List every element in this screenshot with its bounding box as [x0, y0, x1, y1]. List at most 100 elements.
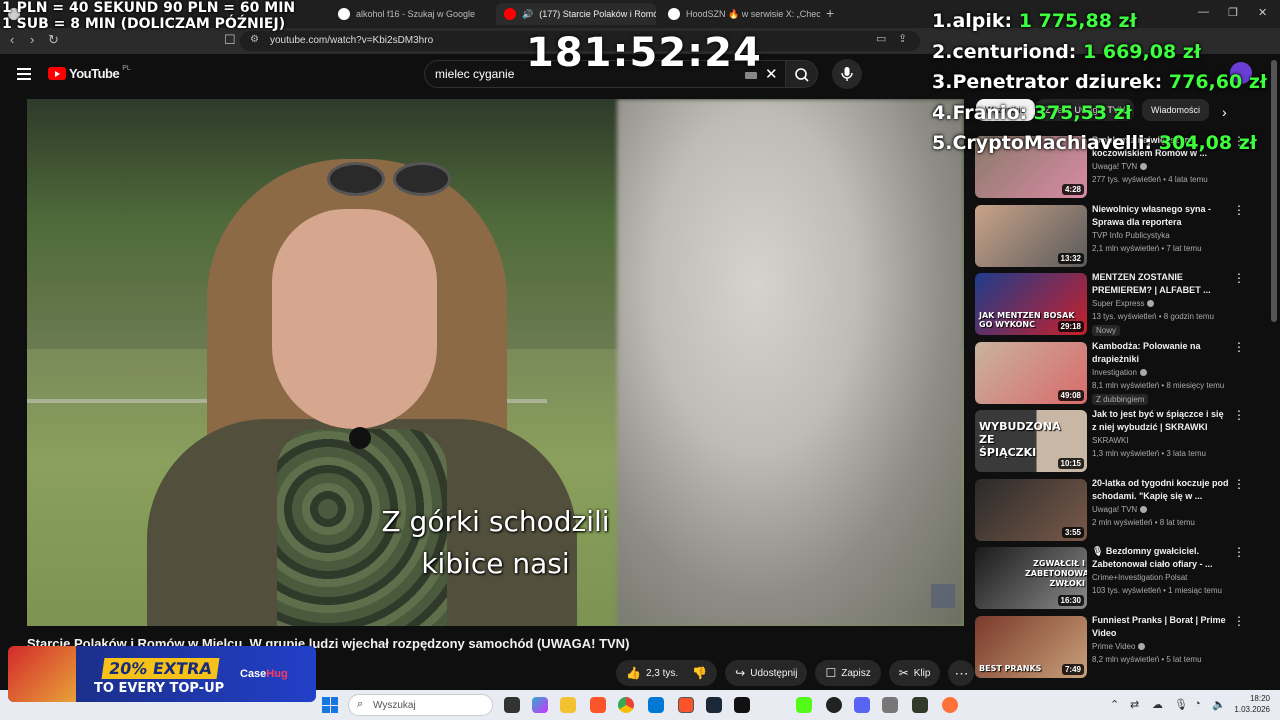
new-tab-icon[interactable]: + — [826, 5, 834, 21]
microphone-icon[interactable]: 🎙 — [1174, 698, 1188, 711]
share-page-icon[interactable]: ⇪ — [898, 32, 907, 45]
chrome-icon[interactable] — [618, 697, 634, 713]
kick-icon[interactable] — [796, 697, 812, 713]
recommendation-channel[interactable]: SKRAWKI — [1092, 436, 1129, 445]
discord-icon[interactable] — [854, 697, 870, 713]
browser-tab-x[interactable]: HoodSZN 🔥 w serwisie X: „Checkin — [660, 3, 820, 25]
voice-search-button[interactable] — [832, 59, 862, 89]
clear-search-icon[interactable]: ✕ — [765, 65, 778, 83]
chevron-up-icon[interactable]: ⌃ — [1110, 698, 1119, 711]
file-explorer-icon[interactable] — [560, 697, 576, 713]
app-icon[interactable] — [734, 697, 750, 713]
volume-icon[interactable]: 🔈 — [1212, 698, 1226, 711]
recommendation-item[interactable]: BEST PRANKS 7:49 Funniest Pranks | Borat … — [975, 612, 1250, 681]
recommendation-title[interactable]: Funniest Pranks | Borat | Prime Video — [1092, 614, 1230, 640]
wifi-icon[interactable]: ◔ — [1194, 698, 1201, 710]
recommendation-channel[interactable]: TVP Info Publicystyka — [1092, 231, 1170, 240]
forward-icon[interactable]: › — [30, 32, 34, 47]
cast-icon[interactable]: ▭ — [876, 32, 886, 45]
channel-watermark-icon[interactable] — [931, 584, 955, 608]
recommendation-item[interactable]: ZGWAŁCIŁ I ZABETONOWAŁ ZWŁOKI 16:30 🎙 Bez… — [975, 543, 1250, 612]
recommendation-meta: 2 mln wyświetleń • 8 lat temu — [1092, 517, 1195, 527]
video-thumbnail[interactable]: BEST PRANKS 7:49 — [975, 615, 1087, 678]
search-button[interactable] — [786, 60, 818, 88]
recommendation-title[interactable]: 20-latka od tygodni koczuje pod schodami… — [1092, 477, 1230, 503]
firefox-icon[interactable] — [942, 697, 958, 713]
duration-badge: 7:49 — [1061, 663, 1084, 675]
recommendation-channel[interactable]: Uwaga! TVN — [1092, 162, 1148, 171]
recommendation-channel[interactable]: Super Express — [1092, 299, 1155, 308]
more-options-icon[interactable]: ⋮ — [1233, 408, 1245, 422]
windows-start-icon[interactable] — [322, 697, 338, 713]
steam-icon[interactable] — [706, 697, 722, 713]
recommendation-title[interactable]: MENTZEN ZOSTANIE PREMIEREM? | ALFABET ..… — [1092, 271, 1230, 297]
recommendation-item[interactable]: 13:32 Niewolnicy własnego syna - Sprawa … — [975, 201, 1250, 270]
video-subtitles: Z górki schodzili kibice nasi — [27, 501, 964, 585]
video-player[interactable]: Z górki schodzili kibice nasi — [27, 99, 964, 626]
recommendation-channel[interactable]: Uwaga! TVN — [1092, 505, 1148, 514]
share-button[interactable]: ↪ Udostępnij — [725, 660, 808, 686]
browser-tab-youtube[interactable]: 🔊 (177) Starcie Polaków i Romó ✕ — [496, 3, 656, 25]
back-icon[interactable]: ‹ — [10, 32, 14, 47]
video-thumbnail[interactable]: 3:55 — [975, 478, 1087, 541]
leaderboard-row: 2.centuriond: 1 669,08 zł — [932, 40, 1201, 63]
save-button[interactable]: ☐ Zapisz — [815, 660, 881, 686]
system-clock[interactable]: 18:20 1.03.2026 — [1230, 693, 1270, 715]
more-options-icon[interactable]: ⋮ — [1233, 340, 1245, 354]
settings-icon[interactable] — [882, 697, 898, 713]
more-actions-button[interactable]: ⋯ — [948, 660, 975, 686]
scissors-icon: ✂ — [898, 666, 909, 680]
bookmark-icon[interactable]: ☐ — [224, 32, 236, 48]
brave-icon[interactable] — [590, 697, 606, 713]
recommendation-title[interactable]: Jak to jest być w śpiączce i się z niej … — [1092, 408, 1230, 434]
network-tray-icon[interactable]: ⇄ — [1130, 698, 1139, 711]
store-icon[interactable] — [648, 697, 664, 713]
video-thumbnail[interactable]: 49:08 — [975, 341, 1087, 404]
more-options-icon[interactable]: ⋮ — [1233, 477, 1245, 491]
page-scrollbar[interactable] — [1271, 60, 1277, 322]
recommendation-channel[interactable]: Crime+Investigation Polsat — [1092, 573, 1187, 582]
menu-icon[interactable] — [17, 68, 31, 83]
recommendation-item[interactable]: 49:08 Kambodża: Polowanie na drapieżniki… — [975, 338, 1250, 407]
recommendation-title[interactable]: Niewolnicy własnego syna - Sprawa dla re… — [1092, 203, 1230, 229]
recommendation-title[interactable]: 🎙 Bezdomny gwałciciel. Zabetonował ciało… — [1092, 545, 1230, 571]
video-thumbnail[interactable]: ZGWAŁCIŁ I ZABETONOWAŁ ZWŁOKI 16:30 — [975, 547, 1087, 609]
duration-badge: 10:15 — [1057, 458, 1084, 469]
taskbar-search[interactable]: ⌕ Wyszukaj — [348, 694, 493, 716]
recommendation-meta: 1,3 mln wyświetleń • 3 lata temu — [1092, 449, 1206, 458]
site-info-icon[interactable]: ⚙ — [250, 34, 259, 45]
recommendation-item[interactable]: WYBUDZONA ZE ŚPIĄCZKI 10:15 Jak to jest b… — [975, 406, 1250, 475]
taskbar-search-placeholder: Wyszukaj — [373, 700, 416, 711]
recommendation-title[interactable]: Kambodża: Polowanie na drapieżniki — [1092, 340, 1230, 366]
recommendation-item[interactable]: JAK MENTZEN BOSAK GO WYKONC 29:18 MENTZEN… — [975, 269, 1250, 338]
tab-label: alkohol f16 - Szukaj w Google — [356, 9, 476, 19]
reload-icon[interactable]: ↻ — [48, 32, 59, 48]
browser-tab-1[interactable]: alkohol f16 - Szukaj w Google — [330, 3, 492, 25]
promo-brand: CaseHug — [240, 668, 288, 680]
recommendation-channel[interactable]: Investigation — [1092, 368, 1147, 377]
country-code: PL — [122, 65, 131, 72]
more-options-icon[interactable]: ⋮ — [1233, 203, 1245, 217]
cloud-icon[interactable]: ☁ — [1152, 698, 1163, 711]
obs-icon[interactable] — [826, 697, 842, 713]
copilot-icon[interactable] — [532, 697, 548, 713]
duration-badge: 16:30 — [1057, 595, 1084, 606]
video-thumbnail[interactable]: WYBUDZONA ZE ŚPIĄCZKI 10:15 — [975, 410, 1087, 472]
x-favicon-icon — [668, 8, 680, 20]
more-options-icon[interactable]: ⋮ — [1233, 614, 1245, 628]
like-button[interactable]: 👍 2,3 tys. — [616, 660, 685, 686]
more-options-icon[interactable]: ⋮ — [1233, 545, 1245, 559]
brave-active-icon[interactable] — [678, 697, 694, 713]
task-view-icon[interactable] — [504, 697, 520, 713]
clip-button[interactable]: ✂ Klip — [888, 660, 941, 686]
youtube-logo[interactable]: YouTube PL — [48, 65, 131, 81]
recommendation-item[interactable]: 3:55 20-latka od tygodni koczuje pod sch… — [975, 475, 1250, 544]
dislike-button[interactable]: 👎 — [684, 660, 718, 686]
app-icon-2[interactable] — [912, 697, 928, 713]
video-actions: 👍 2,3 tys. 👎 ↪ Udostępnij ☐ Zapisz ✂ Kli… — [616, 660, 975, 686]
recommendation-channel[interactable]: Prime Video — [1092, 642, 1146, 651]
more-options-icon[interactable]: ⋮ — [1233, 271, 1245, 285]
video-thumbnail[interactable]: JAK MENTZEN BOSAK GO WYKONC 29:18 — [975, 273, 1087, 335]
verified-icon — [1140, 505, 1148, 513]
video-thumbnail[interactable]: 13:32 — [975, 204, 1087, 267]
